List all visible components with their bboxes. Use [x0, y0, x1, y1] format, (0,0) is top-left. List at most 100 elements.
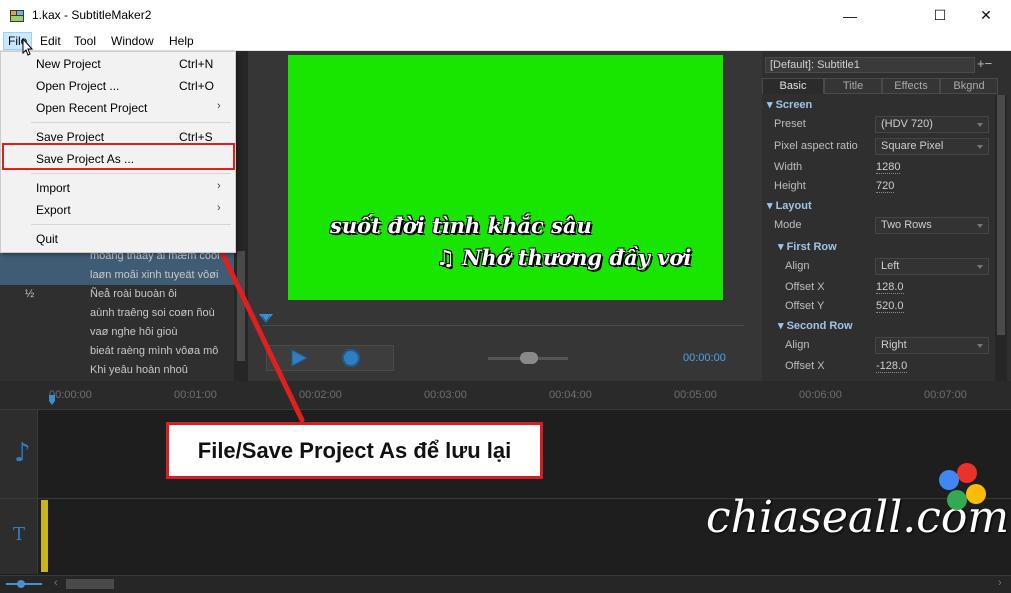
text-track-header[interactable]: T — [0, 499, 38, 574]
minimize-button[interactable]: — — [827, 0, 873, 31]
timeline-tick: 00:00:00 — [49, 389, 92, 401]
playhead-icon[interactable] — [49, 395, 55, 405]
scrollbar-thumb[interactable] — [237, 251, 245, 361]
stop-icon[interactable] — [342, 349, 360, 367]
timeline-scrollbar[interactable] — [0, 575, 1011, 593]
subtitle-text: vaø nghe hôi gioù — [90, 326, 178, 338]
width-label: Width — [774, 161, 803, 173]
menu-item-new-project[interactable]: New Project Ctrl+N — [1, 53, 235, 75]
timeline-panel — [0, 381, 1011, 593]
menu-help[interactable]: Help — [165, 33, 198, 49]
offset-y-label: Offset Y — [785, 300, 825, 312]
submenu-arrow-icon: › — [217, 180, 221, 192]
annotation-callout: File/Save Project As để lưu lại — [166, 422, 543, 479]
video-frame: suốt đời tình khắc sâu ♫ Nhớ thương đầy … — [288, 55, 723, 300]
add-remove-preset-button[interactable]: +− — [977, 56, 992, 71]
audio-track-header[interactable]: ♪ — [0, 410, 38, 498]
close-button[interactable]: ✕ — [963, 0, 1009, 31]
subtitle-line-1: suốt đời tình khắc sâu — [330, 213, 592, 238]
subtitle-text: laøn moâi xinh tuyeät vôøi — [90, 269, 219, 281]
submenu-arrow-icon: › — [217, 202, 221, 214]
subtitle-line-2: ♫ Nhớ thương đầy vơi — [436, 245, 692, 270]
menu-edit[interactable]: Edit — [36, 33, 65, 49]
section-screen[interactable]: ▾ Screen — [767, 98, 812, 111]
scrollbar-thumb[interactable] — [66, 579, 114, 589]
zoom-slider[interactable] — [4, 577, 44, 591]
subtitle-text: Khi yeâu hoàn nhoû — [90, 364, 188, 376]
save-as-highlight — [2, 143, 235, 170]
menu-separator — [31, 122, 231, 123]
menu-item-open-recent-project[interactable]: Open Recent Project › — [1, 97, 235, 119]
second-row-align-dropdown[interactable]: Right — [875, 337, 989, 354]
timeline-tick: 00:06:00 — [799, 389, 842, 401]
window-title: 1.kax - SubtitleMaker2 — [32, 8, 152, 22]
subtitle-row[interactable]: Khi yeâu hoàn nhoû — [0, 361, 234, 380]
timeline-tick: 00:07:00 — [924, 389, 967, 401]
subtitle-clip-marker[interactable] — [41, 500, 48, 572]
subtitle-row[interactable]: bieát raèng mình vôøa mô — [0, 342, 234, 361]
scroll-right-icon[interactable]: › — [998, 577, 1002, 589]
play-icon[interactable] — [290, 349, 308, 367]
section-first-row[interactable]: ▾ First Row — [778, 240, 837, 253]
subtitle-text: Ñeå roài buoàn ôi — [90, 288, 177, 300]
style-preset-select[interactable]: [Default]: Subtitle1 — [765, 57, 975, 73]
track-divider — [0, 409, 1011, 410]
subtitle-row[interactable]: laøn moâi xinh tuyeät vôøi — [0, 266, 234, 285]
align-label: Align — [785, 339, 810, 351]
watermark-dot-yellow — [966, 484, 986, 504]
timeline-tick: 00:04:00 — [549, 389, 592, 401]
preset-dropdown[interactable]: (HDV 720) — [875, 116, 989, 133]
tab-bkgnd[interactable]: Bkgnd — [940, 78, 998, 94]
subtitle-index: ½ — [25, 288, 35, 300]
tab-effects[interactable]: Effects — [882, 78, 940, 94]
subtitle-row[interactable]: ½ Ñeå roài buoàn ôi — [0, 285, 234, 304]
height-field[interactable]: 720 — [876, 180, 895, 193]
subtitle-row[interactable]: vaø nghe hôi gioù — [0, 323, 234, 342]
menu-separator — [31, 224, 231, 225]
title-bar: 1.kax - SubtitleMaker2 — ☐ ✕ — [0, 0, 1011, 31]
menu-tool[interactable]: Tool — [70, 33, 100, 49]
first-row-offset-y-field[interactable]: 520.0 — [876, 300, 904, 313]
first-row-align-dropdown[interactable]: Left — [875, 258, 989, 275]
watermark-dot-green — [947, 490, 967, 510]
subtitle-list: moang thaay ai mæm cooi laøn moâi xinh t… — [0, 247, 234, 380]
section-layout[interactable]: ▾ Layout — [767, 199, 812, 212]
app-icon — [10, 10, 24, 22]
tab-basic[interactable]: Basic — [762, 78, 824, 94]
height-label: Height — [774, 180, 806, 192]
section-second-row[interactable]: ▾ Second Row — [778, 319, 853, 332]
timeline-ruler[interactable] — [0, 381, 1011, 409]
watermark-dot-blue — [939, 470, 959, 490]
menu-window[interactable]: Window — [107, 33, 158, 49]
menu-item-import[interactable]: Import › — [1, 177, 235, 199]
seek-marker-icon[interactable] — [259, 312, 273, 324]
menu-item-export[interactable]: Export › — [1, 199, 235, 221]
width-field[interactable]: 1280 — [876, 161, 901, 174]
menu-item-open-project[interactable]: Open Project ... Ctrl+O — [1, 75, 235, 97]
menu-separator — [31, 173, 231, 174]
volume-knob[interactable] — [520, 352, 538, 364]
first-row-offset-x-field[interactable]: 128.0 — [876, 281, 904, 294]
playback-controls — [266, 345, 394, 371]
tab-title[interactable]: Title — [824, 78, 882, 94]
subtitle-text: aùnh traêng soi coøn ñoù — [90, 307, 215, 319]
mode-dropdown[interactable]: Two Rows — [875, 217, 989, 234]
offset-x-label: Offset X — [785, 360, 825, 372]
preset-label: Preset — [774, 118, 806, 130]
timeline-tick: 00:02:00 — [299, 389, 342, 401]
menu-bar: File Edit Tool Window Help — [0, 31, 1011, 51]
maximize-button[interactable]: ☐ — [917, 0, 963, 31]
properties-scrollbar[interactable] — [995, 95, 1007, 381]
pixel-aspect-dropdown[interactable]: Square Pixel — [875, 138, 989, 155]
subtitle-list-scrollbar[interactable] — [234, 51, 248, 381]
pixel-aspect-label: Pixel aspect ratio — [774, 140, 858, 152]
scrollbar-thumb[interactable] — [997, 95, 1005, 335]
music-note-icon: ♫ — [436, 245, 455, 270]
menu-item-quit[interactable]: Quit — [1, 228, 235, 250]
scroll-left-icon[interactable]: ‹ — [54, 577, 58, 589]
second-row-offset-x-field[interactable]: -128.0 — [876, 360, 908, 373]
subtitle-row[interactable]: aùnh traêng soi coøn ñoù — [0, 304, 234, 323]
seek-bar[interactable] — [262, 325, 744, 326]
timeline-tick: 00:03:00 — [424, 389, 467, 401]
mode-label: Mode — [774, 219, 802, 231]
